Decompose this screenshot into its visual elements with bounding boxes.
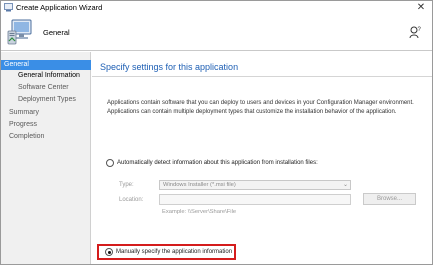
- page-heading: Specify settings for this application: [100, 62, 239, 72]
- svg-text:?: ?: [418, 27, 422, 33]
- nav-item-general[interactable]: General: [1, 60, 91, 70]
- nav-item-completion[interactable]: Completion: [1, 132, 91, 142]
- type-select[interactable]: Windows Installer (*.msi file) ⌄: [159, 180, 351, 190]
- nav-item-label: Completion: [9, 133, 45, 140]
- nav-item-software-center[interactable]: Software Center: [1, 83, 91, 93]
- nav-item-deployment-types[interactable]: Deployment Types: [1, 95, 91, 105]
- browse-button[interactable]: Browse...: [363, 193, 416, 205]
- nav-item-label: Deployment Types: [18, 96, 76, 103]
- type-select-value: Windows Installer (*.msi file): [163, 182, 236, 188]
- nav-item-summary[interactable]: Summary: [1, 108, 91, 118]
- nav-item-progress[interactable]: Progress: [1, 120, 91, 130]
- location-input[interactable]: [159, 194, 351, 205]
- nav-item-label: Software Center: [18, 84, 69, 91]
- location-label: Location:: [119, 197, 144, 203]
- location-hint: Example: \\Server\Share\File: [162, 209, 237, 215]
- wizard-navigation: General General Information Software Cen…: [1, 52, 91, 264]
- chevron-down-icon: ⌄: [342, 182, 348, 188]
- wizard-content: Specify settings for this application Ap…: [92, 52, 432, 264]
- nav-item-label: Progress: [9, 121, 38, 128]
- close-button[interactable]: ✕: [414, 1, 428, 14]
- help-icon[interactable]: ?: [408, 25, 422, 39]
- manual-specify-label: Manually specify the application informa…: [116, 249, 233, 255]
- nav-item-label: General: [4, 61, 29, 68]
- nav-item-general-information[interactable]: General Information: [1, 71, 91, 81]
- nav-item-label: Summary: [9, 109, 39, 116]
- wizard-window: Create Application Wizard ✕ General ? Ge…: [0, 0, 433, 265]
- wizard-app-icon: [4, 3, 13, 12]
- computer-icon: [7, 19, 32, 45]
- manual-specify-radio[interactable]: [105, 248, 113, 256]
- auto-detect-label: Automatically detect information about t…: [117, 160, 318, 166]
- window-title: Create Application Wizard: [16, 3, 103, 12]
- wizard-header: General ?: [1, 14, 432, 51]
- description-line-2: Applications can contain multiple deploy…: [107, 109, 397, 115]
- heading-divider: [92, 76, 432, 77]
- page-title: General: [43, 28, 70, 37]
- title-bar: Create Application Wizard ✕: [1, 1, 432, 14]
- type-label: Type:: [119, 182, 134, 188]
- nav-item-label: General Information: [18, 72, 80, 79]
- description-line-1: Applications contain software that you c…: [107, 100, 414, 106]
- auto-detect-radio[interactable]: [106, 159, 114, 167]
